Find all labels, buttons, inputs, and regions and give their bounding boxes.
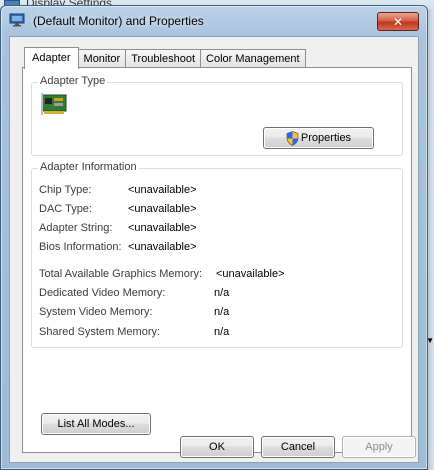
bios-information-label: Bios Information: [39, 241, 122, 253]
tab-strip: Adapter Monitor Troubleshoot Color Manag… [24, 46, 306, 69]
ok-button[interactable]: OK [180, 436, 254, 458]
adapter-string-label: Adapter String: [39, 222, 113, 234]
monitor-icon [9, 13, 25, 27]
adapter-info-group: Adapter Information Chip Type: <unavaila… [31, 161, 403, 348]
dialog-title: (Default Monitor) and Properties [33, 14, 204, 28]
total-graphics-memory-label: Total Available Graphics Memory: [39, 268, 203, 280]
dedicated-video-memory-label: Dedicated Video Memory: [39, 287, 166, 299]
list-all-modes-button[interactable]: List All Modes... [41, 413, 151, 435]
tab-adapter[interactable]: Adapter [24, 47, 79, 69]
graphics-card-icon [41, 93, 67, 115]
dialog-client-area: Adapter Monitor Troubleshoot Color Manag… [9, 36, 419, 463]
adapter-tab-panel: Adapter Type Properties Adapter Informat… [22, 67, 412, 453]
shared-system-memory-label: Shared System Memory: [39, 326, 161, 338]
adapter-info-legend: Adapter Information [38, 161, 139, 173]
chip-type-value: <unavailable> [128, 184, 197, 196]
adapter-type-group: Adapter Type Properties [31, 75, 403, 156]
tab-monitor[interactable]: Monitor [77, 49, 127, 68]
bios-information-value: <unavailable> [128, 241, 197, 253]
shared-system-memory-value: n/a [214, 326, 230, 338]
dedicated-video-memory-value: n/a [214, 287, 230, 299]
chip-type-label: Chip Type: [39, 184, 92, 196]
properties-dialog: (Default Monitor) and Properties ✕ Adapt… [0, 5, 428, 470]
properties-button[interactable]: Properties [263, 127, 374, 149]
dac-type-value: <unavailable> [128, 203, 197, 215]
close-icon: ✕ [392, 14, 404, 29]
dialog-titlebar[interactable]: (Default Monitor) and Properties ✕ [1, 6, 427, 36]
system-video-memory-label: System Video Memory: [39, 306, 153, 318]
close-button[interactable]: ✕ [377, 12, 419, 31]
uac-shield-icon [286, 130, 299, 146]
tab-troubleshoot[interactable]: Troubleshoot [125, 49, 202, 68]
dac-type-label: DAC Type: [39, 203, 92, 215]
system-video-memory-value: n/a [214, 306, 230, 318]
properties-button-label: Properties [300, 132, 352, 144]
tab-color-management[interactable]: Color Management [200, 49, 306, 68]
cancel-button[interactable]: Cancel [261, 436, 335, 458]
background-window-edge [428, 10, 434, 470]
total-graphics-memory-value: <unavailable> [216, 268, 285, 280]
adapter-string-value: <unavailable> [128, 222, 197, 234]
apply-button[interactable]: Apply [342, 436, 416, 458]
adapter-type-legend: Adapter Type [38, 75, 108, 87]
